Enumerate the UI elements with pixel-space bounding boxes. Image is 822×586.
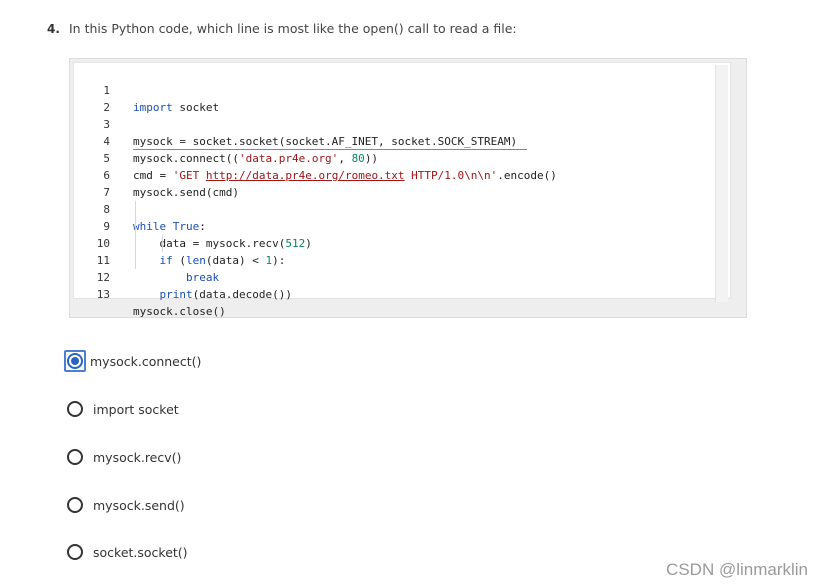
code-text: break <box>185 271 220 284</box>
code-panel: 1 import socket 2 3 mysock = socket.sock… <box>69 58 747 318</box>
indent-guide <box>135 201 136 269</box>
code-text: print(data.decode()) <box>159 288 292 301</box>
option-label: mysock.send() <box>93 497 185 513</box>
option-label: import socket <box>93 401 179 417</box>
code-editor[interactable]: 1 import socket 2 3 mysock = socket.sock… <box>73 62 731 318</box>
option-label: mysock.recv() <box>93 449 182 465</box>
vertical-scrollbar[interactable] <box>715 65 728 302</box>
code-line: 9 data = mysock.recv(512) <box>74 201 311 250</box>
question-number: 4. <box>47 22 60 36</box>
code-text: data = mysock.recv(512) <box>133 237 312 250</box>
code-line: 1 import socket <box>74 65 219 114</box>
code-line: 4 mysock.connect(('data.pr4e.org', 80)) <box>74 116 378 165</box>
focus-ring <box>64 350 86 372</box>
code-text: mysock = socket.socket(socket.AF_INET, s… <box>133 135 518 148</box>
code-line: 13 mysock.close() <box>74 269 226 318</box>
radio-icon[interactable] <box>67 497 83 513</box>
code-line: 12 print(data.decode()) <box>74 252 292 301</box>
code-line: 11 break <box>74 235 219 284</box>
question-text: In this Python code, which line is most … <box>69 21 517 36</box>
code-text: while True: <box>133 220 206 233</box>
code-text: mysock.connect(('data.pr4e.org', 80)) <box>133 152 379 165</box>
code-line: 5 cmd = 'GET http://data.pr4e.org/romeo.… <box>74 133 557 182</box>
radio-icon[interactable] <box>67 544 83 560</box>
indent-guide <box>162 235 163 252</box>
option-label: mysock.connect() <box>90 353 202 369</box>
radio-icon[interactable] <box>67 401 83 417</box>
code-text: mysock.send(cmd) <box>133 186 239 199</box>
watermark: CSDN @linmarklin <box>666 560 808 579</box>
line-number: 13 <box>96 288 110 301</box>
option-mysock-connect[interactable]: mysock.connect() <box>64 349 202 373</box>
code-line: 6 mysock.send(cmd) <box>74 150 239 199</box>
option-import-socket[interactable]: import socket <box>67 397 179 421</box>
code-line: 3 mysock = socket.socket(socket.AF_INET,… <box>74 99 517 148</box>
option-mysock-recv[interactable]: mysock.recv() <box>67 445 181 469</box>
code-text: cmd = 'GET http://data.pr4e.org/romeo.tx… <box>133 169 557 182</box>
code-text: mysock.close() <box>133 305 226 318</box>
spellcheck-underline <box>133 149 527 150</box>
radio-icon[interactable] <box>67 449 83 465</box>
code-line: 7 <box>74 167 114 199</box>
option-socket-socket[interactable]: socket.socket() <box>67 540 188 564</box>
option-label: socket.socket() <box>93 544 188 560</box>
radio-selected-icon[interactable] <box>67 353 83 369</box>
code-line: 2 <box>74 82 114 114</box>
option-mysock-send[interactable]: mysock.send() <box>67 493 185 517</box>
code-line: 8 while True: <box>74 184 206 233</box>
code-text: import socket <box>133 101 220 114</box>
code-text: if (len(data) < 1): <box>159 254 286 267</box>
code-line: 10 if (len(data) < 1): <box>74 218 286 267</box>
radio-dot-icon <box>71 357 79 365</box>
